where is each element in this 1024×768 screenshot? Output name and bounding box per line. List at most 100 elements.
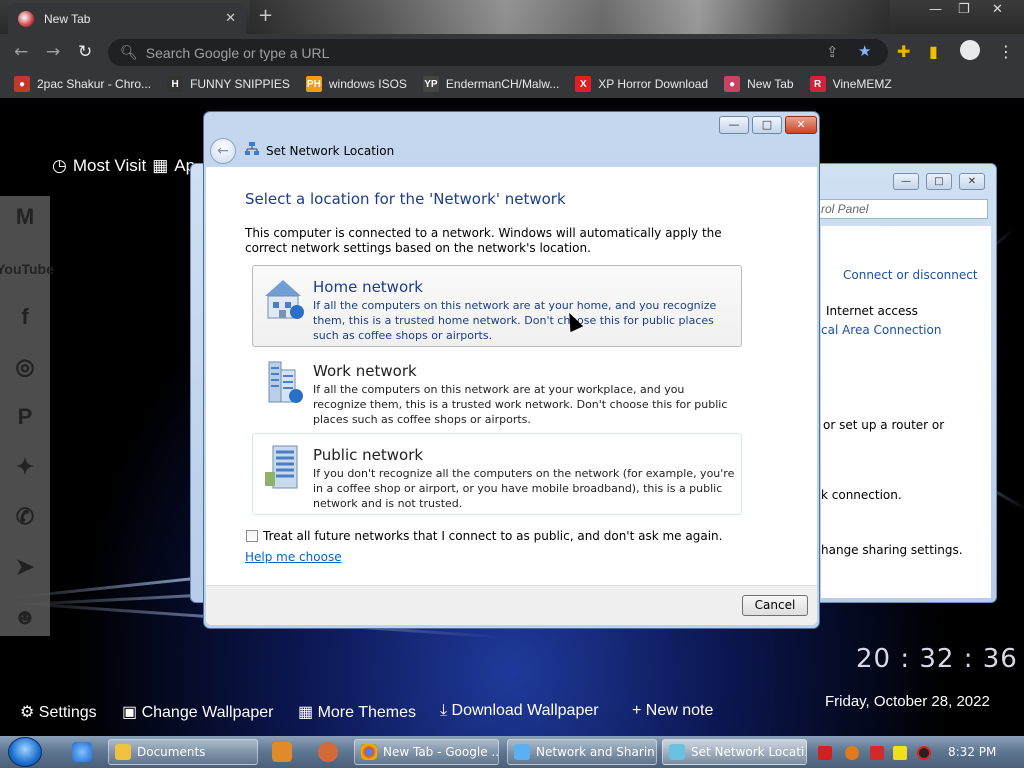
taskbar-item-chrome[interactable]: New Tab - Google ... <box>354 739 499 765</box>
telegram-icon[interactable]: ➤ <box>8 550 42 584</box>
bookmark-label: EndermanCH/Malw... <box>445 77 560 91</box>
speaker-tray-icon[interactable] <box>917 746 931 760</box>
treat-public-label: Treat all future networks that I connect… <box>263 529 723 543</box>
bg-maximize-icon[interactable]: □ <box>926 173 952 190</box>
back-arrow-icon[interactable]: ← <box>14 42 28 62</box>
taskbar-item-label: Set Network Locati... <box>691 745 807 759</box>
taskbar-item-label: New Tab - Google ... <box>383 745 499 759</box>
bookmark-item[interactable]: PH windows ISOS <box>305 76 407 92</box>
connection-text: k connection. <box>821 488 902 502</box>
bookmark-item[interactable]: ● New Tab <box>724 76 794 92</box>
connect-disconnect-link[interactable]: Connect or disconnect <box>843 268 978 282</box>
minimize-icon[interactable]: — <box>929 2 942 17</box>
set-network-location-dialog: — □ ✕ ← Set Network Location Select a lo… <box>203 111 820 629</box>
bookmark-label: VineMEMZ <box>832 77 892 91</box>
dialog-heading: Select a location for the 'Network' netw… <box>245 190 566 208</box>
more-themes-button[interactable]: ▦ More Themes <box>298 702 416 722</box>
dialog-close-icon[interactable]: ✕ <box>785 116 817 134</box>
twitter-icon[interactable]: ✦ <box>8 450 42 484</box>
change-wallpaper-label: Change Wallpaper <box>141 704 274 721</box>
control-panel-search[interactable]: rol Panel <box>816 199 988 219</box>
bookmark-item[interactable]: R VineMEMZ <box>809 76 892 92</box>
dialog-minimize-icon[interactable]: — <box>719 116 749 134</box>
apps-grid-icon: ▦ <box>152 156 169 175</box>
treat-public-checkbox-row[interactable]: Treat all future networks that I connect… <box>246 529 722 543</box>
pinterest-icon[interactable]: P <box>8 400 42 434</box>
side-panel-icon[interactable]: ▮ <box>929 42 938 61</box>
network-icon <box>514 744 530 760</box>
ie-icon[interactable] <box>72 742 92 762</box>
maximize-icon[interactable]: ❐ <box>958 2 970 17</box>
new-note-button[interactable]: + New note <box>632 702 713 720</box>
work-network-icon <box>268 361 303 403</box>
router-text: or set up a router or <box>823 418 945 432</box>
dialog-footer: Cancel <box>206 585 817 625</box>
bookmark-item[interactable]: X XP Horror Download <box>575 76 708 92</box>
more-themes-label: More Themes <box>317 704 416 721</box>
tab-close-icon[interactable]: ✕ <box>225 11 236 26</box>
notification-tray-icon[interactable] <box>893 746 907 760</box>
facebook-icon[interactable]: f <box>8 300 42 334</box>
instagram-icon[interactable]: ◎ <box>8 350 42 384</box>
system-clock: 8:32 PM <box>948 745 997 759</box>
bookmark-label: New Tab <box>747 77 794 91</box>
chrome-icon <box>361 744 377 760</box>
dialog-content: Select a location for the 'Network' netw… <box>206 167 817 585</box>
bg-minimize-icon[interactable]: — <box>893 173 919 190</box>
reddit-icon[interactable]: ☻ <box>8 600 42 634</box>
image-icon: ▣ <box>122 704 138 721</box>
reload-icon[interactable]: ↻ <box>78 42 92 62</box>
taskbar-item-set-network-location[interactable]: Set Network Locati... <box>662 739 807 765</box>
home-network-option[interactable]: Home network If all the computers on thi… <box>252 265 742 347</box>
omnibox[interactable]: 🔍︎ Search Google or type a URL ⇪ ★ <box>108 39 888 66</box>
tab-new-tab[interactable]: New Tab ✕ <box>8 3 246 34</box>
gmail-icon[interactable]: M <box>8 200 42 234</box>
profile-avatar-icon[interactable] <box>960 40 980 60</box>
extensions-puzzle-icon[interactable]: ✚ <box>897 42 910 61</box>
taskbar-item-label: Network and Sharin... <box>536 745 657 759</box>
new-tab-button[interactable]: + <box>258 5 273 26</box>
work-network-desc: If all the computers on this network are… <box>313 383 728 426</box>
vivaldi-tray-icon[interactable] <box>818 746 832 760</box>
bg-close-icon[interactable]: ✕ <box>959 173 985 190</box>
change-wallpaper-button[interactable]: ▣ Change Wallpaper <box>122 702 274 722</box>
paint-icon[interactable] <box>318 742 338 762</box>
newtab-icon: ● <box>724 76 741 92</box>
dialog-intro: This computer is connected to a network.… <box>245 226 722 255</box>
bookmark-label: XP Horror Download <box>598 77 709 91</box>
home-network-title: Home network <box>313 278 423 296</box>
download-wallpaper-button[interactable]: ⤓ Download Wallpaper <box>440 702 599 720</box>
bookmark-item[interactable]: YP EndermanCH/Malw... <box>422 76 560 92</box>
media-player-icon[interactable] <box>272 742 292 762</box>
bookmark-item[interactable]: H FUNNY SNIPPIES <box>167 76 290 92</box>
download-wallpaper-label: Download Wallpaper <box>451 702 599 719</box>
tab-favicon-icon <box>18 10 34 27</box>
search-tray-icon[interactable] <box>845 746 859 760</box>
bookmark-star-icon[interactable]: ★ <box>858 42 871 60</box>
settings-button[interactable]: ⚙ Settings <box>20 702 97 722</box>
cancel-button[interactable]: Cancel <box>742 595 808 616</box>
local-area-connection-link[interactable]: cal Area Connection <box>821 323 941 337</box>
whatsapp-icon[interactable]: ✆ <box>8 500 42 534</box>
flag-tray-icon[interactable] <box>870 746 884 760</box>
most-visited-tab[interactable]: Most Visit <box>73 156 146 176</box>
menu-kebab-icon[interactable]: ⋮ <box>998 42 1014 61</box>
windows-taskbar: Documents New Tab - Google ... Network a… <box>0 736 1024 768</box>
forward-arrow-icon[interactable]: → <box>46 42 60 62</box>
ph-icon: PH <box>305 76 322 92</box>
treat-public-checkbox[interactable] <box>246 530 258 542</box>
start-orb-icon[interactable] <box>8 737 42 767</box>
public-network-title: Public network <box>313 446 424 464</box>
back-arrow-icon[interactable]: ← <box>210 138 236 164</box>
public-network-option[interactable]: Public network If you don't recognize al… <box>252 433 742 515</box>
share-icon[interactable]: ⇪ <box>826 43 839 61</box>
dialog-maximize-icon[interactable]: □ <box>752 116 782 134</box>
taskbar-item-documents[interactable]: Documents <box>108 739 258 765</box>
social-sidebar: M YouTube f ◎ P ✦ ✆ ➤ ☻ <box>0 196 54 636</box>
taskbar-item-network-sharing[interactable]: Network and Sharin... <box>507 739 657 765</box>
bookmark-item[interactable]: ● 2pac Shakur - Chro... <box>14 76 151 92</box>
help-me-choose-link[interactable]: Help me choose <box>245 550 342 564</box>
work-network-option[interactable]: Work network If all the computers on thi… <box>252 349 742 431</box>
window-close-icon[interactable]: ✕ <box>992 2 1003 17</box>
youtube-icon[interactable]: YouTube <box>0 252 54 286</box>
